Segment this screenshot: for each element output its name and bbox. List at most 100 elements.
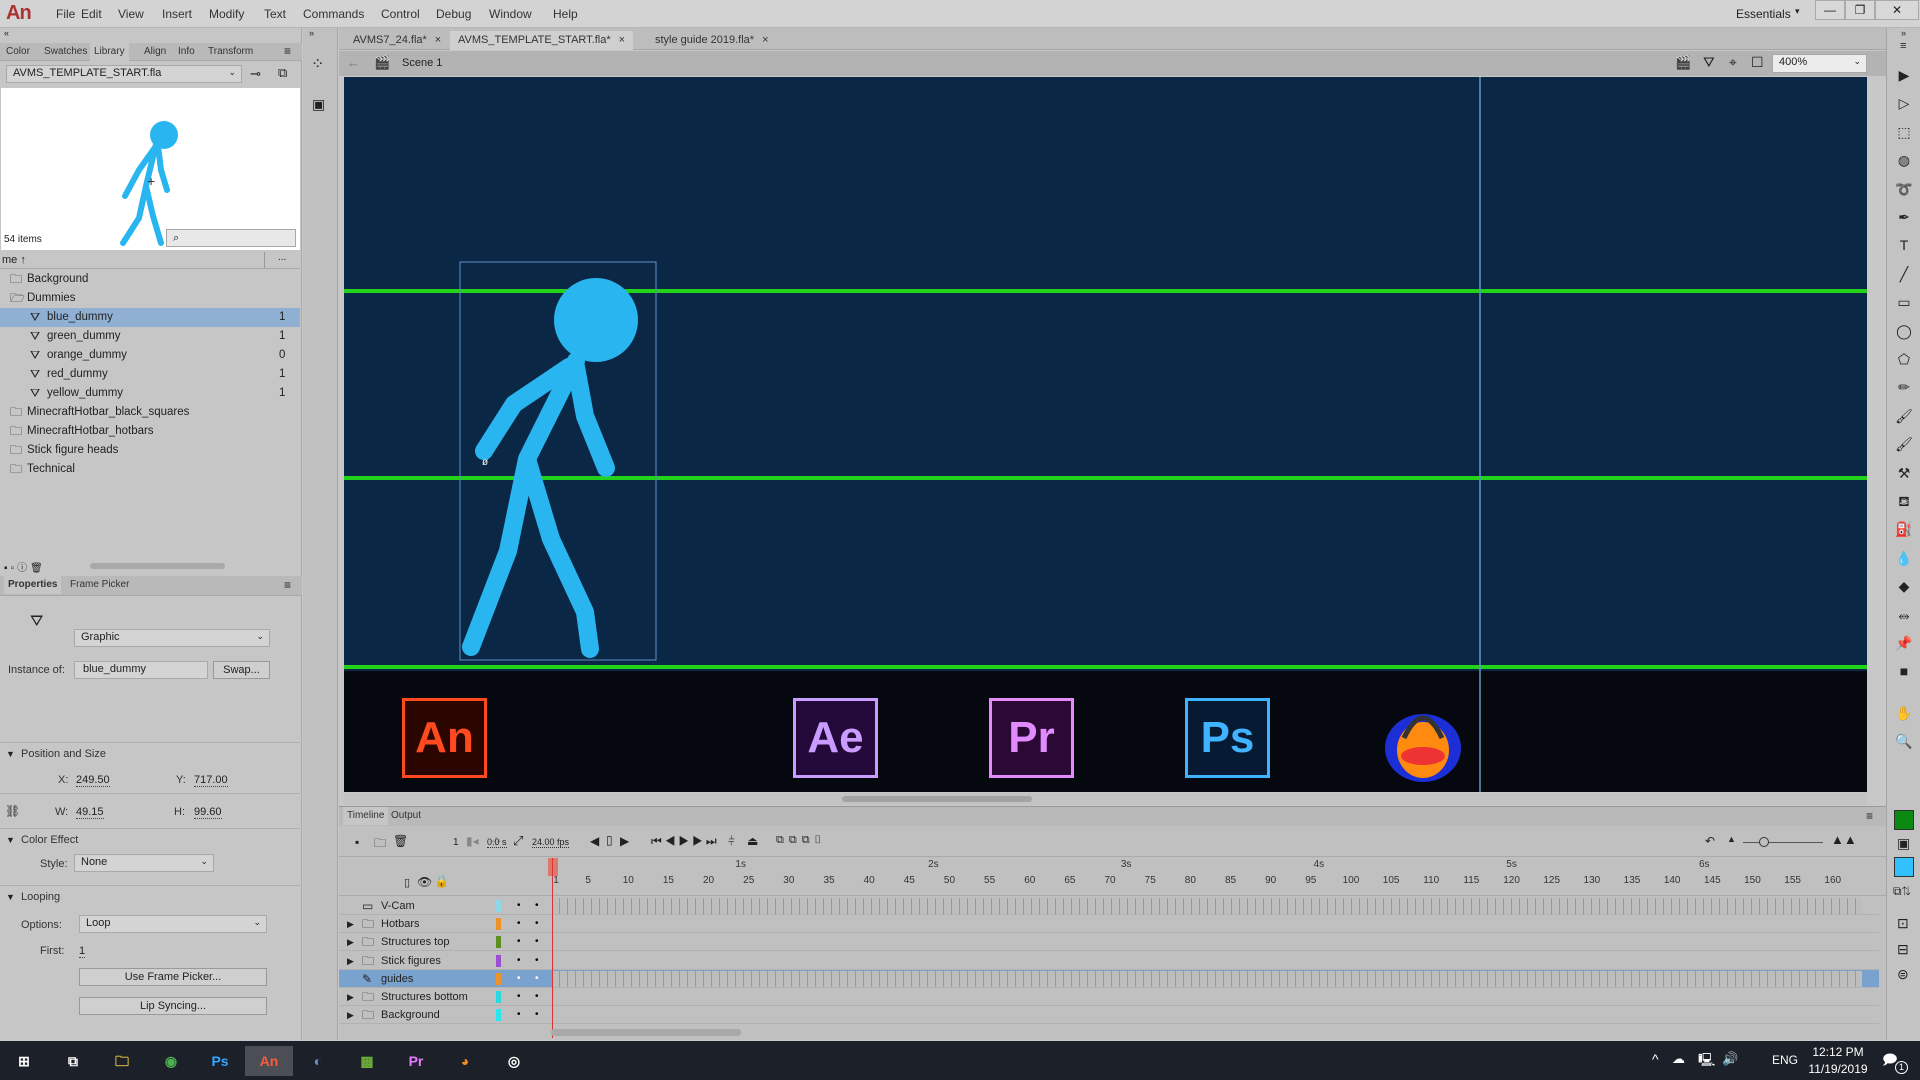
minecraft-taskbar-icon[interactable]: ▩ xyxy=(343,1046,391,1076)
layer-row[interactable]: ▭ V-Cam • • xyxy=(339,897,1879,915)
w-value[interactable]: 49.15 xyxy=(76,806,104,819)
swap-colors-icon[interactable]: ⧉⇅ xyxy=(1893,884,1911,899)
tab-properties[interactable]: Properties xyxy=(4,576,62,594)
playhead[interactable] xyxy=(552,858,553,1038)
keyframe-icon[interactable]: ▯ xyxy=(606,833,613,847)
undo-zoom-icon[interactable]: ↶ xyxy=(1705,834,1715,848)
volume-icon[interactable]: 🔊 xyxy=(1722,1051,1738,1067)
tab-swatches[interactable]: Swatches xyxy=(44,46,87,57)
selection-tool-icon[interactable]: ▶ xyxy=(1893,64,1915,86)
menu-text[interactable]: Text xyxy=(264,7,286,21)
layer-name[interactable]: guides xyxy=(381,970,413,988)
expand-arrow-icon[interactable]: ▶ xyxy=(347,915,354,933)
ink-bottle-tool-icon[interactable]: ⛽ xyxy=(1893,518,1915,540)
lock-dot[interactable]: • xyxy=(535,952,539,970)
text-tool-icon[interactable]: T xyxy=(1893,234,1915,256)
layer-name[interactable]: Structures top xyxy=(381,933,449,951)
visibility-dot[interactable]: • xyxy=(517,933,521,951)
visibility-dot[interactable]: • xyxy=(517,970,521,988)
pencil-tool-icon[interactable]: ✏ xyxy=(1893,376,1915,398)
line-tool-icon[interactable]: ╱ xyxy=(1893,263,1915,285)
outline-toggle-icon[interactable]: ▯ xyxy=(404,876,410,889)
layer-name[interactable]: Structures bottom xyxy=(381,988,468,1006)
swap-button[interactable]: Swap... xyxy=(213,661,270,679)
library-item[interactable]: ⛛ red_dummy 1 xyxy=(0,365,300,384)
eye-icon[interactable]: 👁 xyxy=(417,875,432,889)
back-arrow-icon[interactable]: ← xyxy=(347,55,360,70)
expand-arrow-icon[interactable]: ▶ xyxy=(347,952,354,970)
snap-icon[interactable]: ⊡ xyxy=(1897,915,1909,932)
onedrive-icon[interactable]: ☁ xyxy=(1672,1051,1685,1067)
stroke-color-swatch[interactable] xyxy=(1894,810,1914,830)
expand-arrow-icon[interactable]: ▶ xyxy=(347,1006,354,1024)
zoom-in-icon[interactable]: ▲▲ xyxy=(1831,832,1857,847)
free-transform-tool-icon[interactable]: ⬚ xyxy=(1893,121,1915,143)
animate-taskbar-icon[interactable]: An xyxy=(245,1046,293,1076)
tab-output[interactable]: Output xyxy=(391,810,421,821)
layer-color-swatch[interactable] xyxy=(496,954,501,967)
eyedropper-tool-icon[interactable]: 💧 xyxy=(1893,547,1915,569)
stage-horizontal-scrollbar[interactable] xyxy=(344,793,1867,805)
bone-tool-icon[interactable]: ⚒ xyxy=(1893,462,1915,484)
loop-icon[interactable]: ⫩ xyxy=(728,834,735,849)
layer-row[interactable]: ▶ 🗀 Structures top • • xyxy=(339,933,1879,952)
menu-modify[interactable]: Modify xyxy=(209,7,244,21)
section-title[interactable]: Looping xyxy=(21,891,60,903)
layer-name[interactable]: Hotbars xyxy=(381,915,420,933)
library-item[interactable]: 🗀 MinecraftHotbar_hotbars xyxy=(0,422,300,441)
lock-dot[interactable]: • xyxy=(535,970,539,988)
library-search-input[interactable]: ⌕ xyxy=(166,229,296,247)
menu-view[interactable]: View xyxy=(118,7,144,21)
scrollbar-thumb[interactable] xyxy=(842,796,1032,802)
layer-name[interactable]: V-Cam xyxy=(381,897,415,915)
library-item[interactable]: ⛛ blue_dummy 1 xyxy=(0,308,300,327)
visibility-dot[interactable]: • xyxy=(517,897,521,915)
menu-help[interactable]: Help xyxy=(553,7,578,21)
library-item[interactable]: ⛛ green_dummy 1 xyxy=(0,327,300,346)
instance-name-field[interactable]: blue_dummy xyxy=(74,661,208,679)
library-item[interactable]: 🗁 Dummies xyxy=(0,289,300,308)
section-title[interactable]: Position and Size xyxy=(21,748,106,760)
document-tab[interactable]: style guide 2019.fla* × xyxy=(647,31,777,50)
menu-insert[interactable]: Insert xyxy=(162,7,192,21)
triangle-down-icon[interactable]: ▼ xyxy=(6,892,15,902)
x-value[interactable]: 249.50 xyxy=(76,774,110,787)
clip-icon[interactable]: ☐ xyxy=(1751,54,1764,71)
playback-controls[interactable]: ⏮◀▶▶⏭ xyxy=(651,834,720,849)
new-library-icon[interactable]: ⧉ xyxy=(278,65,287,81)
scene-name[interactable]: Scene 1 xyxy=(402,57,442,69)
menu-debug[interactable]: Debug xyxy=(436,7,471,21)
stick-figure-head[interactable] xyxy=(554,278,638,362)
menu-file[interactable]: File xyxy=(56,7,75,21)
visibility-dot[interactable]: • xyxy=(517,915,521,933)
layer-color-swatch[interactable] xyxy=(496,918,501,931)
network-icon[interactable]: 🖳 xyxy=(1698,1051,1715,1073)
play-range-icon[interactable]: ⏏ xyxy=(747,834,758,848)
expand-icon[interactable]: » xyxy=(309,28,314,38)
frame-rate[interactable]: 24.00 fps xyxy=(532,837,570,848)
tab-info[interactable]: Info xyxy=(178,46,195,57)
chrome-taskbar-icon[interactable]: ◉ xyxy=(147,1046,195,1076)
3d-rotation-tool-icon[interactable]: ◍ xyxy=(1893,149,1915,171)
chevron-down-icon[interactable]: ▾ xyxy=(1795,6,1800,17)
camera-tool-icon[interactable]: ■ xyxy=(1893,660,1915,682)
polystar-tool-icon[interactable]: ⬠ xyxy=(1893,348,1915,370)
library-item[interactable]: ⛛ orange_dummy 0 xyxy=(0,346,300,365)
graph-icon[interactable]: ⤢ xyxy=(513,833,523,849)
file-explorer-taskbar-icon[interactable]: 🗀 xyxy=(98,1046,146,1076)
current-frame[interactable]: 1 xyxy=(453,837,459,848)
clock-date[interactable]: 11/19/2019 xyxy=(1804,1062,1872,1076)
layer-row[interactable]: ✎ guides • • xyxy=(339,969,1879,988)
panel-menu-icon[interactable]: ≡ xyxy=(1900,40,1906,52)
library-item[interactable]: 🗀 Background xyxy=(0,270,300,289)
lock-dot[interactable]: • xyxy=(535,988,539,1006)
lock-dot[interactable]: • xyxy=(535,915,539,933)
obs-taskbar-icon[interactable]: ◎ xyxy=(490,1046,538,1076)
section-title[interactable]: Color Effect xyxy=(21,834,78,846)
frame-zoom-slider[interactable] xyxy=(1743,842,1823,843)
library-horizontal-scrollbar[interactable] xyxy=(90,563,225,569)
lock-dot[interactable]: • xyxy=(535,933,539,951)
triangle-down-icon[interactable]: ▼ xyxy=(6,835,15,845)
expand-arrow-icon[interactable]: ▶ xyxy=(347,933,354,951)
layer-row[interactable]: ▶ 🗀 Background • • xyxy=(339,1006,1879,1025)
